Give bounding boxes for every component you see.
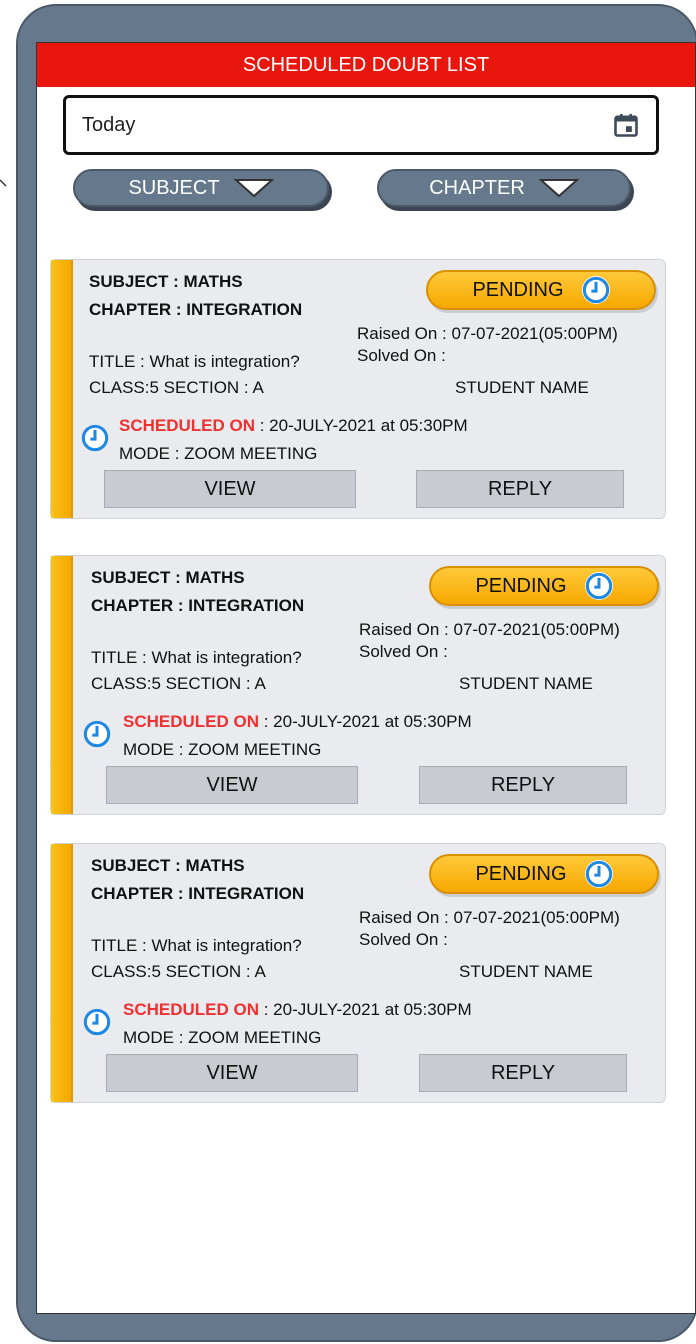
reply-button[interactable]: REPLY bbox=[419, 766, 627, 804]
subject-dropdown[interactable]: SUBJECT bbox=[73, 169, 329, 207]
scheduled-value: : 20-JULY-2021 at 05:30PM bbox=[259, 1000, 472, 1019]
card-chapter: CHAPTER : INTEGRATION bbox=[91, 884, 305, 903]
solved-on: Solved On : bbox=[357, 346, 446, 365]
doubt-title: TITLE : What is integration? bbox=[89, 352, 300, 371]
status-label: PENDING bbox=[472, 278, 564, 301]
solved-on: Solved On : bbox=[359, 642, 448, 661]
clock-icon bbox=[581, 276, 610, 304]
chapter-dropdown-label: CHAPTER bbox=[429, 176, 525, 199]
clock-icon bbox=[83, 720, 111, 748]
scheduled-label: SCHEDULED ON bbox=[123, 712, 260, 731]
date-filter-value: Today bbox=[82, 113, 136, 136]
chapter-dropdown[interactable]: CHAPTER bbox=[377, 169, 631, 207]
doubt-title: TITLE : What is integration? bbox=[91, 936, 302, 955]
meeting-mode: MODE : ZOOM MEETING bbox=[123, 740, 322, 759]
class-section: CLASS:5 SECTION : A bbox=[91, 674, 266, 693]
student-name: STUDENT NAME bbox=[455, 378, 589, 397]
card-subject: SUBJECT : MATHS bbox=[89, 272, 243, 291]
view-button[interactable]: VIEW bbox=[104, 470, 356, 508]
class-section: CLASS:5 SECTION : A bbox=[91, 962, 266, 981]
card-accent-bar bbox=[51, 260, 73, 518]
clock-icon bbox=[83, 1008, 111, 1036]
status-label: PENDING bbox=[475, 862, 567, 885]
date-filter-field[interactable]: Today bbox=[63, 95, 659, 155]
raised-on: Raised On : 07-07-2021(05:00PM) bbox=[359, 620, 620, 639]
status-badge: PENDING bbox=[429, 566, 659, 606]
subject-dropdown-label: SUBJECT bbox=[128, 176, 220, 199]
student-name: STUDENT NAME bbox=[459, 674, 593, 693]
triangle-down-icon bbox=[538, 179, 579, 198]
card-accent-bar bbox=[51, 556, 73, 814]
raised-on: Raised On : 07-07-2021(05:00PM) bbox=[359, 908, 620, 927]
class-section: CLASS:5 SECTION : A bbox=[89, 378, 264, 397]
card-subject: SUBJECT : MATHS bbox=[91, 568, 245, 587]
meeting-mode: MODE : ZOOM MEETING bbox=[119, 444, 318, 463]
doubt-card: SUBJECT : MATHS CHAPTER : INTEGRATION PE… bbox=[50, 555, 666, 815]
scheduled-on: SCHEDULED ON : 20-JULY-2021 at 05:30PM bbox=[123, 712, 472, 732]
scheduled-on: SCHEDULED ON : 20-JULY-2021 at 05:30PM bbox=[123, 1000, 472, 1020]
status-badge: PENDING bbox=[429, 854, 659, 894]
doubt-card: SUBJECT : MATHS CHAPTER : INTEGRATION PE… bbox=[50, 259, 666, 519]
app-screen: SCHEDULED DOUBT LIST Today SUBJECT CHAPT… bbox=[36, 42, 696, 1314]
doubt-card: SUBJECT : MATHS CHAPTER : INTEGRATION PE… bbox=[50, 843, 666, 1103]
page-title: SCHEDULED DOUBT LIST bbox=[37, 43, 695, 87]
clock-icon bbox=[584, 572, 613, 600]
card-chapter: CHAPTER : INTEGRATION bbox=[89, 300, 303, 319]
scheduled-label: SCHEDULED ON bbox=[119, 416, 256, 435]
scheduled-value: : 20-JULY-2021 at 05:30PM bbox=[255, 416, 468, 435]
triangle-down-icon bbox=[233, 179, 274, 198]
clock-icon bbox=[81, 424, 109, 452]
clock-icon bbox=[584, 860, 613, 888]
scheduled-on: SCHEDULED ON : 20-JULY-2021 at 05:30PM bbox=[119, 416, 468, 436]
calendar-icon[interactable] bbox=[612, 111, 640, 139]
scheduled-label: SCHEDULED ON bbox=[123, 1000, 260, 1019]
raised-on: Raised On : 07-07-2021(05:00PM) bbox=[357, 324, 618, 343]
doubt-title: TITLE : What is integration? bbox=[91, 648, 302, 667]
card-subject: SUBJECT : MATHS bbox=[91, 856, 245, 875]
student-name: STUDENT NAME bbox=[459, 962, 593, 981]
view-button[interactable]: VIEW bbox=[106, 1054, 358, 1092]
solved-on: Solved On : bbox=[359, 930, 448, 949]
view-button[interactable]: VIEW bbox=[106, 766, 358, 804]
reply-button[interactable]: REPLY bbox=[419, 1054, 627, 1092]
status-label: PENDING bbox=[475, 574, 567, 597]
status-badge: PENDING bbox=[426, 270, 656, 310]
scheduled-value: : 20-JULY-2021 at 05:30PM bbox=[259, 712, 472, 731]
card-chapter: CHAPTER : INTEGRATION bbox=[91, 596, 305, 615]
meeting-mode: MODE : ZOOM MEETING bbox=[123, 1028, 322, 1047]
card-accent-bar bbox=[51, 844, 73, 1102]
reply-button[interactable]: REPLY bbox=[416, 470, 624, 508]
